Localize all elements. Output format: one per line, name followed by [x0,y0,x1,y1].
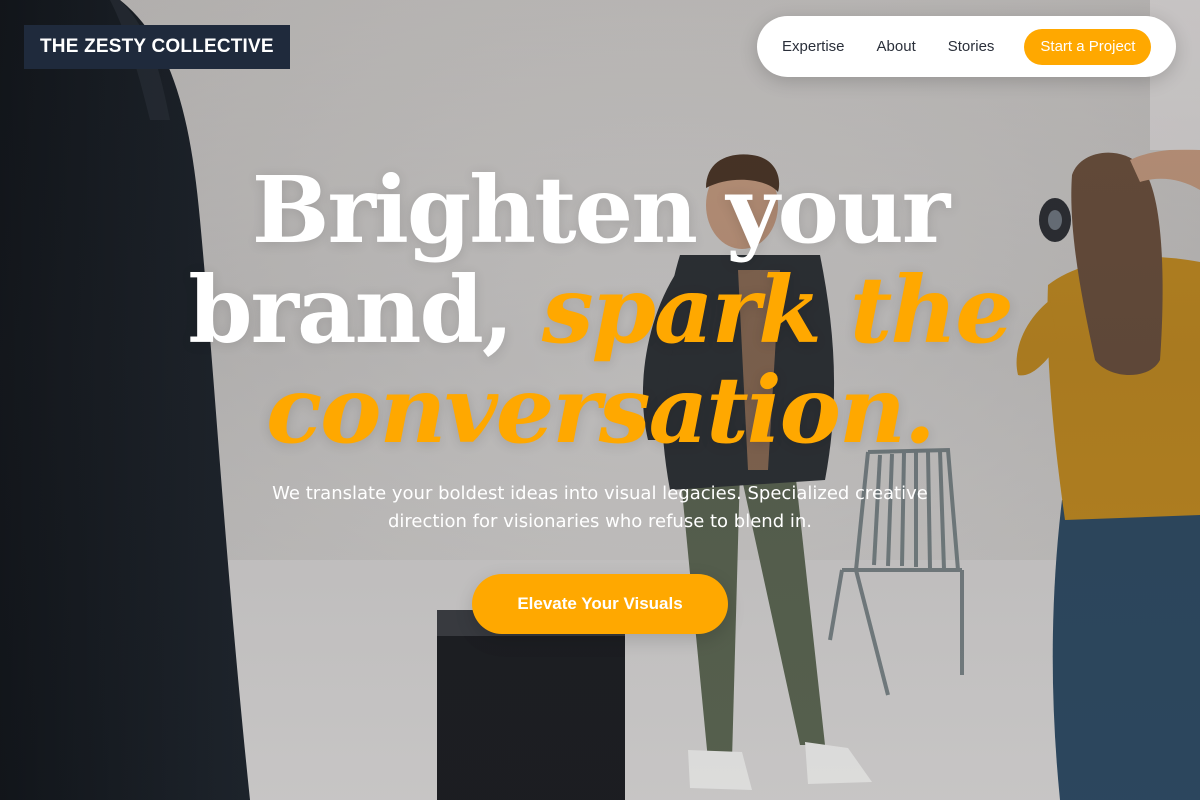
nav-link-expertise[interactable]: Expertise [782,38,845,55]
headline-line-1: Brighten your [251,156,951,264]
headline-line-2-plain: brand, [188,256,514,364]
nav-link-stories[interactable]: Stories [948,38,995,55]
headline-accent-line-2: spark the [541,256,1014,364]
start-project-button[interactable]: Start a Project [1024,28,1152,65]
hero-subtitle: We translate your boldest ideas into vis… [272,483,928,532]
elevate-visuals-button[interactable]: Elevate Your Visuals [472,574,728,634]
hero-section: Brighten your brand, spark the conversat… [0,160,1200,634]
brand-logo[interactable]: THE ZESTY COLLECTIVE [24,25,290,69]
nav-link-about[interactable]: About [877,38,916,55]
hero-headline: Brighten your brand, spark the conversat… [150,160,1050,460]
top-navigation: Expertise About Stories Start a Project [757,16,1176,77]
headline-accent-line-3: conversation. [266,356,936,464]
